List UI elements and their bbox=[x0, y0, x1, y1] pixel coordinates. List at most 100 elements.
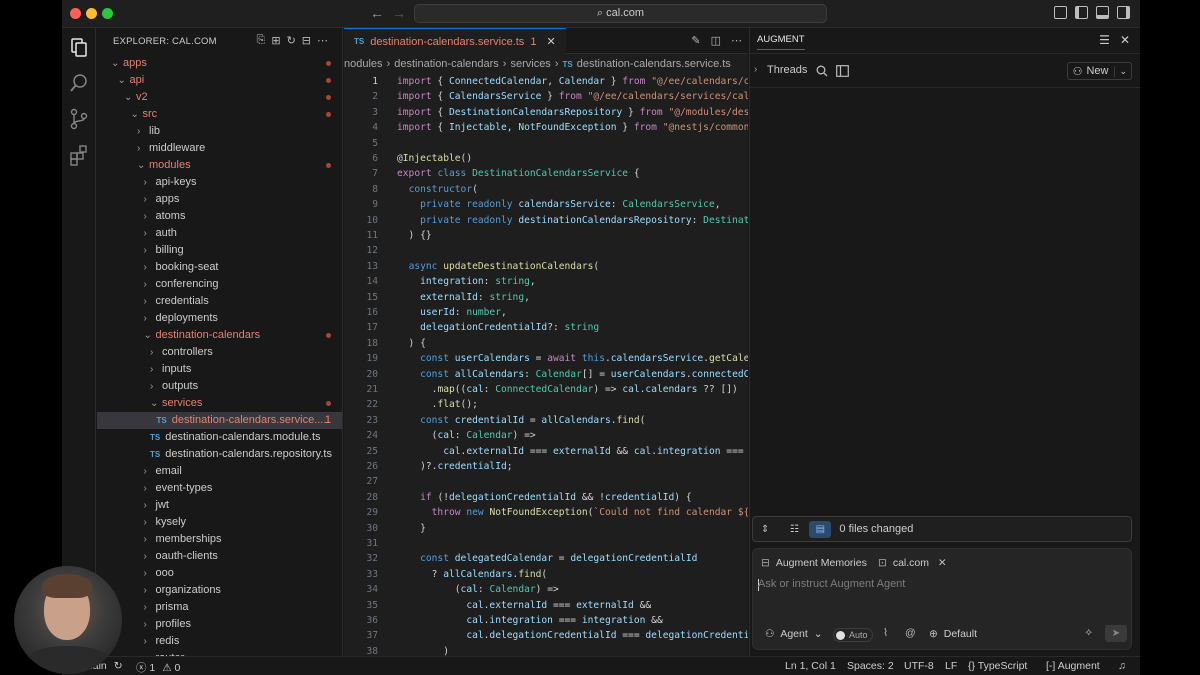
maximize-window-button[interactable] bbox=[102, 8, 113, 19]
new-file-icon[interactable]: ⎘ bbox=[257, 34, 266, 47]
expand-collapse-icon[interactable]: ⇕ bbox=[761, 524, 769, 535]
augment-status[interactable]: [-] Augment bbox=[1046, 660, 1100, 672]
tree-folder[interactable]: › memberships bbox=[97, 531, 342, 548]
tree-folder[interactable]: › billing bbox=[97, 242, 342, 259]
attach-icon[interactable]: ⌇ bbox=[883, 627, 888, 639]
tree-folder[interactable]: › credentials bbox=[97, 293, 342, 310]
end-of-line[interactable]: LF bbox=[945, 660, 957, 672]
line-number: 20 bbox=[366, 368, 378, 380]
breadcrumb-item[interactable]: services bbox=[510, 58, 550, 70]
tree-file[interactable]: TS destination-calendars.module.ts bbox=[97, 429, 342, 446]
tree-file[interactable]: TS destination-calendars.service.... 1 bbox=[97, 412, 342, 429]
close-icon[interactable]: ✕ bbox=[1120, 33, 1130, 47]
remove-chip-icon[interactable]: ✕ bbox=[938, 557, 947, 569]
tree-folder[interactable]: › profiles bbox=[97, 616, 342, 633]
forward-arrow-icon[interactable]: → bbox=[392, 5, 406, 21]
tree-folder[interactable]: › event-types bbox=[97, 480, 342, 497]
toggle-primary-sidebar-icon[interactable] bbox=[1075, 6, 1088, 19]
tree-folder[interactable]: › controllers bbox=[97, 344, 342, 361]
model-selector[interactable]: ⊕ Default bbox=[929, 628, 977, 640]
tree-folder[interactable]: › atoms bbox=[97, 208, 342, 225]
tree-folder[interactable]: › oauth-clients bbox=[97, 548, 342, 565]
chevron-right-icon[interactable]: › bbox=[754, 64, 757, 75]
memories-chip[interactable]: ⊟ Augment Memories bbox=[761, 556, 867, 571]
typescript-file-icon: TS bbox=[354, 37, 365, 46]
toggle-panel-icon[interactable] bbox=[1096, 6, 1109, 19]
problems-indicator[interactable]: ⓧ 1 ⚠ 0 bbox=[136, 660, 180, 675]
source-control-icon[interactable] bbox=[68, 108, 90, 130]
new-thread-button[interactable]: ⚇ New ⌄ bbox=[1066, 62, 1132, 80]
tree-file[interactable]: TS destination-calendars.repository.ts bbox=[97, 446, 342, 463]
collapse-all-icon[interactable]: ⊟ bbox=[302, 34, 311, 47]
encoding[interactable]: UTF-8 bbox=[904, 660, 934, 672]
code-line: 21 .map((cal: ConnectedCalendar) => cal.… bbox=[344, 382, 748, 397]
tree-folder[interactable]: › auth bbox=[97, 225, 342, 242]
code-line: 27 bbox=[344, 474, 748, 489]
tree-folder[interactable]: › ooo bbox=[97, 565, 342, 582]
back-arrow-icon[interactable]: ← bbox=[370, 5, 384, 21]
breadcrumb-item[interactable]: destination-calendars.service.ts bbox=[577, 58, 731, 70]
agent-mode-selector[interactable]: ⚇ Agent ⌄ bbox=[765, 628, 823, 640]
notifications-bell-icon[interactable]: ♫ bbox=[1118, 660, 1126, 672]
auto-toggle[interactable]: Auto bbox=[833, 628, 873, 642]
tree-folder[interactable]: › outputs bbox=[97, 378, 342, 395]
send-button[interactable]: ➤ bbox=[1105, 625, 1127, 642]
tree-folder[interactable]: ⌄ src bbox=[97, 106, 342, 123]
tree-folder[interactable]: › email bbox=[97, 463, 342, 480]
command-center-search[interactable]: ⌕ cal.com bbox=[414, 4, 827, 23]
split-editor-icon[interactable]: ◫ bbox=[711, 34, 721, 47]
tree-folder[interactable]: ⌄ services bbox=[97, 395, 342, 412]
more-actions-icon[interactable]: ⋯ bbox=[731, 34, 742, 47]
augment-title[interactable]: AUGMENT bbox=[757, 34, 805, 50]
pen-icon[interactable]: ✎ bbox=[691, 34, 700, 47]
close-window-button[interactable] bbox=[70, 8, 81, 19]
breadcrumb-item[interactable]: nodules bbox=[344, 58, 383, 70]
close-tab-icon[interactable]: ✕ bbox=[546, 35, 555, 48]
more-actions-icon[interactable]: ⋯ bbox=[317, 34, 328, 47]
extensions-icon[interactable] bbox=[68, 144, 90, 166]
threads-label[interactable]: Threads bbox=[767, 64, 807, 76]
breadcrumb-item[interactable]: destination-calendars bbox=[394, 58, 499, 70]
tree-folder[interactable]: › api-keys bbox=[97, 174, 342, 191]
new-folder-icon[interactable]: ⊞ bbox=[271, 34, 280, 47]
tree-folder[interactable]: › deployments bbox=[97, 310, 342, 327]
chevron-down-icon[interactable]: ⌄ bbox=[1114, 65, 1131, 77]
sync-icon[interactable]: ↻ bbox=[114, 660, 123, 672]
refresh-icon[interactable]: ↻ bbox=[287, 34, 296, 47]
tree-folder[interactable]: › organizations bbox=[97, 582, 342, 599]
editor-tab[interactable]: TS destination-calendars.service.ts 1 ✕ bbox=[344, 28, 566, 54]
tree-folder[interactable]: › inputs bbox=[97, 361, 342, 378]
mention-icon[interactable]: @ bbox=[905, 627, 916, 639]
minimize-window-button[interactable] bbox=[86, 8, 97, 19]
sidebar-icon[interactable] bbox=[836, 65, 849, 77]
sparkle-enhance-icon[interactable]: ✧ bbox=[1084, 627, 1093, 639]
language-mode[interactable]: {} TypeScript bbox=[968, 660, 1027, 672]
tree-folder[interactable]: › apps bbox=[97, 191, 342, 208]
tree-folder[interactable]: › kysely bbox=[97, 514, 342, 531]
tree-folder[interactable]: › jwt bbox=[97, 497, 342, 514]
explorer-files-icon[interactable] bbox=[68, 36, 90, 58]
tree-folder[interactable]: › booking-seat bbox=[97, 259, 342, 276]
tree-folder[interactable]: › conferencing bbox=[97, 276, 342, 293]
agent-input[interactable]: Ask or instruct Augment Agent bbox=[758, 578, 905, 590]
error-count: 1 bbox=[149, 662, 156, 674]
file-view-icon[interactable]: ▤ bbox=[809, 520, 832, 538]
menu-icon[interactable]: ☰ bbox=[1099, 33, 1110, 47]
tree-folder[interactable]: ⌄ api bbox=[97, 72, 342, 89]
tree-folder[interactable]: › middleware bbox=[97, 140, 342, 157]
cursor-position[interactable]: Ln 1, Col 1 bbox=[785, 660, 836, 672]
search-icon[interactable] bbox=[68, 72, 90, 94]
context-chip[interactable]: ⊡ cal.com ✕ bbox=[878, 556, 947, 571]
tree-folder[interactable]: › prisma bbox=[97, 599, 342, 616]
tree-folder[interactable]: ⌄ v2 bbox=[97, 89, 342, 106]
customize-layout-icon[interactable] bbox=[1054, 6, 1067, 19]
tree-folder[interactable]: ⌄ apps bbox=[97, 55, 342, 72]
toggle-secondary-sidebar-icon[interactable] bbox=[1117, 6, 1130, 19]
tree-folder[interactable]: ⌄ modules bbox=[97, 157, 342, 174]
tree-folder[interactable]: › lib bbox=[97, 123, 342, 140]
list-view-icon[interactable]: ☷ bbox=[783, 521, 805, 538]
indentation[interactable]: Spaces: 2 bbox=[847, 660, 894, 672]
tree-folder[interactable]: › redis bbox=[97, 633, 342, 650]
search-icon[interactable] bbox=[816, 65, 828, 77]
tree-folder[interactable]: ⌄ destination-calendars bbox=[97, 327, 342, 344]
